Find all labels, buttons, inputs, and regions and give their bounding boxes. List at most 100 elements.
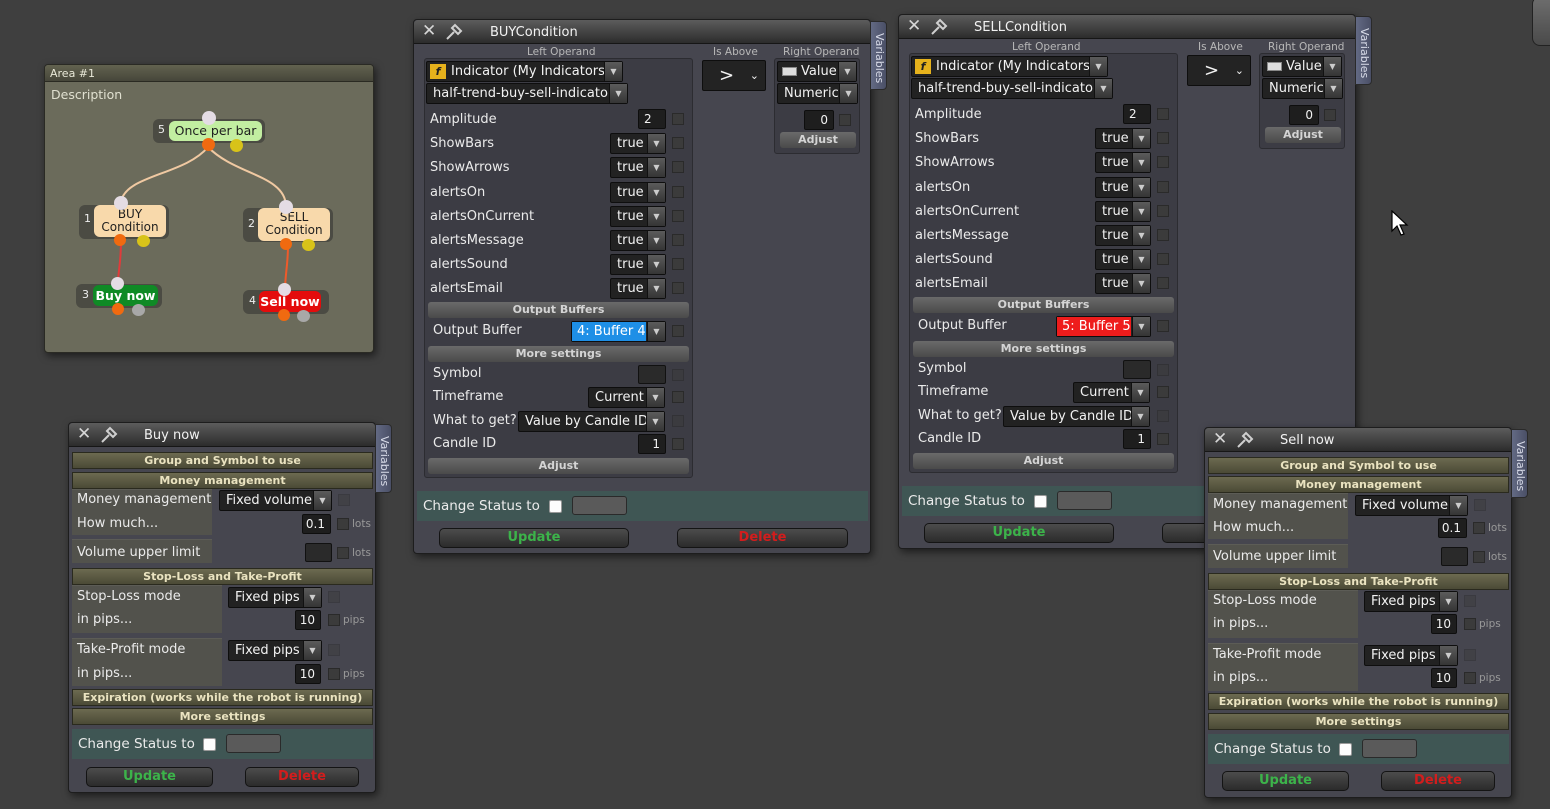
node-buy-now-label[interactable]: Buy now <box>93 285 158 306</box>
param-value-input[interactable]: 2 <box>1123 104 1151 124</box>
timeframe-select[interactable]: Current ▼ <box>588 387 665 408</box>
output-buffer-select[interactable]: 4: Buffer 4 ▼ <box>571 321 666 342</box>
chevron-down-icon[interactable]: ▼ <box>1439 592 1457 611</box>
update-button[interactable]: Update <box>439 528 629 548</box>
chevron-down-icon[interactable]: ▼ <box>609 84 627 103</box>
right-type-select[interactable]: Value ▼ <box>777 61 857 82</box>
volume-upper-input[interactable] <box>305 543 332 562</box>
pin-icon[interactable] <box>99 425 121 445</box>
param-value-select[interactable]: true ▼ <box>610 206 666 227</box>
sl-mode-select[interactable]: Fixed pips ▼ <box>228 587 322 608</box>
tp-mode-checkbox[interactable] <box>1464 649 1476 661</box>
symbol-input[interactable] <box>1123 360 1151 379</box>
buy-condition-titlebar[interactable] <box>414 20 870 44</box>
chevron-down-icon[interactable]: ▼ <box>1089 57 1107 76</box>
node-input-dot[interactable] <box>202 111 216 125</box>
sl-pips-checkbox[interactable] <box>328 614 340 626</box>
output-buffer-select[interactable]: 5: Buffer 5 ▼ <box>1056 316 1151 337</box>
node-output-dot[interactable] <box>137 235 150 247</box>
chevron-down-icon[interactable]: ▼ <box>647 207 665 226</box>
chevron-down-icon[interactable]: ▼ <box>647 134 665 153</box>
change-status-checkbox[interactable] <box>1034 495 1047 508</box>
right-kind-select[interactable]: Numeric ▼ <box>777 83 858 104</box>
node-sell-condition-label[interactable]: SELL Condition <box>258 208 330 241</box>
comparator-select[interactable]: > ⌄ <box>1187 55 1251 86</box>
how-much-checkbox[interactable] <box>1473 522 1485 534</box>
delete-button[interactable]: Delete <box>1381 771 1495 791</box>
chevron-down-icon[interactable]: ⌄ <box>750 61 759 90</box>
volume-upper-checkbox[interactable] <box>1473 551 1485 563</box>
param-checkbox[interactable] <box>672 234 684 246</box>
param-checkbox[interactable] <box>1157 229 1169 241</box>
change-status-select[interactable] <box>226 734 281 753</box>
chevron-down-icon[interactable]: ▼ <box>1132 226 1150 245</box>
param-value-select[interactable]: true ▼ <box>1095 201 1151 222</box>
param-checkbox[interactable] <box>1157 277 1169 289</box>
how-much-input[interactable]: 0.1 <box>1438 518 1467 538</box>
node-output-dot[interactable] <box>278 309 290 321</box>
chevron-down-icon[interactable]: ▼ <box>647 322 665 341</box>
param-value-select[interactable]: true ▼ <box>1095 249 1151 270</box>
param-checkbox[interactable] <box>672 161 684 173</box>
timeframe-checkbox[interactable] <box>672 391 684 403</box>
expiration-section[interactable]: Expiration (works while the robot is run… <box>72 689 373 706</box>
update-button[interactable]: Update <box>86 767 213 787</box>
chevron-down-icon[interactable]: ▼ <box>1131 407 1149 426</box>
what-to-get-select[interactable]: Value by Candle ID ▼ <box>1003 406 1150 427</box>
tp-mode-select[interactable]: Fixed pips ▼ <box>1364 645 1458 666</box>
chevron-down-icon[interactable]: ▼ <box>647 158 665 177</box>
candle-id-checkbox[interactable] <box>672 438 684 450</box>
money-management-checkbox[interactable] <box>338 494 350 506</box>
param-checkbox[interactable] <box>672 186 684 198</box>
change-status-checkbox[interactable] <box>203 738 216 751</box>
chevron-down-icon[interactable]: ▼ <box>647 231 665 250</box>
volume-upper-checkbox[interactable] <box>337 547 349 559</box>
left-adjust-button[interactable]: Adjust <box>428 458 689 474</box>
param-value-select[interactable]: true ▼ <box>1095 225 1151 246</box>
param-checkbox[interactable] <box>1157 181 1169 193</box>
chevron-down-icon[interactable]: ▼ <box>1132 274 1150 293</box>
chevron-down-icon[interactable]: ▼ <box>604 62 622 81</box>
chevron-down-icon[interactable]: ▼ <box>1132 250 1150 269</box>
chevron-down-icon[interactable]: ▼ <box>838 62 856 81</box>
param-value-select[interactable]: true ▼ <box>610 254 666 275</box>
pin-icon[interactable] <box>929 17 951 37</box>
node-input-dot[interactable] <box>278 283 291 296</box>
chevron-down-icon[interactable]: ▼ <box>1439 646 1457 665</box>
money-management-checkbox[interactable] <box>1474 499 1486 511</box>
volume-upper-input[interactable] <box>1441 547 1468 566</box>
node-output-dot[interactable] <box>114 234 126 246</box>
update-button[interactable]: Update <box>924 523 1114 543</box>
indicator-name-select[interactable]: half-trend-buy-sell-indicator ▼ <box>426 83 628 104</box>
chevron-down-icon[interactable]: ▼ <box>646 412 664 431</box>
delete-button[interactable]: Delete <box>245 767 359 787</box>
param-value-select[interactable]: true ▼ <box>610 278 666 299</box>
chevron-down-icon[interactable]: ▼ <box>1324 79 1342 98</box>
timeframe-checkbox[interactable] <box>1157 386 1169 398</box>
param-value-select[interactable]: true ▼ <box>610 182 666 203</box>
sell-condition-titlebar[interactable] <box>899 15 1355 39</box>
param-checkbox[interactable] <box>672 113 684 125</box>
candle-id-input[interactable]: 1 <box>1123 429 1151 449</box>
buy-condition-variables-tab[interactable]: Variables <box>870 21 887 90</box>
change-status-checkbox[interactable] <box>549 500 562 513</box>
chevron-down-icon[interactable]: ▼ <box>1132 129 1150 148</box>
output-buffer-checkbox[interactable] <box>672 325 684 337</box>
sl-pips-input[interactable]: 10 <box>295 610 321 630</box>
param-value-input[interactable]: 2 <box>638 109 666 129</box>
candle-id-input[interactable]: 1 <box>638 434 666 454</box>
sl-mode-checkbox[interactable] <box>1464 595 1476 607</box>
left-adjust-button[interactable]: Adjust <box>913 453 1174 469</box>
sell-now-window[interactable]: ✕ Sell now Group and Symbol to use Money… <box>1204 427 1512 798</box>
chevron-down-icon[interactable]: ▼ <box>303 641 321 660</box>
close-icon[interactable]: ✕ <box>1213 431 1227 448</box>
comparator-select[interactable]: > ⌄ <box>702 60 766 91</box>
candle-id-checkbox[interactable] <box>1157 433 1169 445</box>
symbol-input[interactable] <box>638 365 666 384</box>
buy-now-variables-tab[interactable]: Variables <box>375 424 392 493</box>
right-value-input[interactable]: 0 <box>1289 105 1319 125</box>
change-status-select[interactable] <box>1057 491 1112 510</box>
param-checkbox[interactable] <box>1157 253 1169 265</box>
node-output-dot[interactable] <box>280 238 292 250</box>
more-settings-section[interactable]: More settings <box>72 708 373 725</box>
